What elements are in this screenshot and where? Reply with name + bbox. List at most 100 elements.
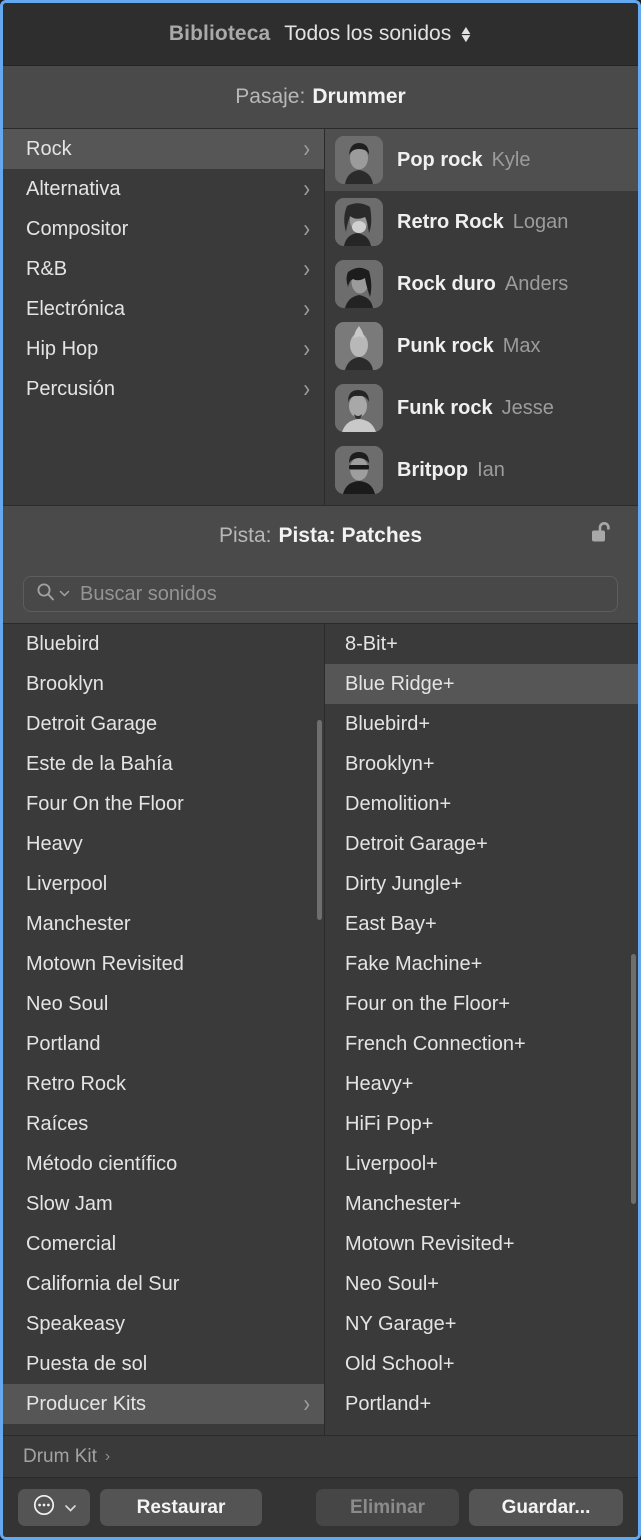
patch-label: Manchester+: [345, 1192, 462, 1215]
patch-row[interactable]: French Connection+: [325, 1024, 638, 1064]
patch-category-row[interactable]: Retro Rock: [3, 1064, 324, 1104]
patch-row[interactable]: Manchester+: [325, 1184, 638, 1224]
patch-category-row[interactable]: Este de la Bahía: [3, 744, 324, 784]
patch-category-row[interactable]: California del Sur: [3, 1264, 324, 1304]
patch-category-row[interactable]: Motown Revisited: [3, 944, 324, 984]
restore-button[interactable]: Restaurar: [100, 1489, 262, 1526]
patch-row[interactable]: Four on the Floor+: [325, 984, 638, 1024]
drummer-style: Rock duro: [397, 272, 496, 295]
patch-category-row[interactable]: Detroit Garage: [3, 704, 324, 744]
delete-button[interactable]: Eliminar: [316, 1489, 459, 1526]
patch-row[interactable]: Liverpool+: [325, 1144, 638, 1184]
patch-label: Detroit Garage+: [345, 832, 488, 855]
drummer-row[interactable]: Pop rock Kyle: [325, 129, 638, 191]
patch-row[interactable]: Dirty Jungle+: [325, 864, 638, 904]
up-down-chevron-icon: ▲ ▼: [458, 23, 474, 45]
scrollbar-right[interactable]: [631, 954, 636, 1204]
genre-row[interactable]: R&B ›: [3, 249, 324, 289]
patch-category-row[interactable]: Slow Jam: [3, 1184, 324, 1224]
drummer-row[interactable]: Britpop Ian: [325, 439, 638, 501]
patch-row[interactable]: Old School+: [325, 1344, 638, 1384]
drummer-browser: Rock › Alternativa › Compositor › R&B › Electrón…: [3, 129, 638, 505]
patch-category-row[interactable]: Four On the Floor: [3, 784, 324, 824]
patch-row[interactable]: Heavy+: [325, 1064, 638, 1104]
genre-row[interactable]: Electrónica ›: [3, 289, 324, 329]
patch-row[interactable]: Detroit Garage+: [325, 824, 638, 864]
avatar: [335, 260, 383, 308]
genre-label: Compositor: [26, 217, 129, 240]
genre-row[interactable]: Alternativa ›: [3, 169, 324, 209]
genre-row[interactable]: Rock ›: [3, 129, 324, 169]
avatar: [335, 322, 383, 370]
drummer-row[interactable]: Retro Rock Logan: [325, 191, 638, 253]
patch-category-row[interactable]: Raíces: [3, 1104, 324, 1144]
patch-label: Producer Kits: [26, 1392, 147, 1415]
patch-header: Pasaje: Drummer: [3, 66, 638, 129]
patch-label: Neo Soul+: [345, 1272, 439, 1295]
library-window: Biblioteca Todos los sonidos ▲ ▼ Pasaje: …: [0, 0, 641, 1540]
breadcrumb[interactable]: Drum Kit ›: [3, 1435, 638, 1477]
chevron-right-icon: ›: [303, 295, 310, 323]
genre-row[interactable]: Percusión ›: [3, 369, 324, 409]
patch-header-value: Drummer: [312, 85, 406, 108]
track-header-prefix: Pista:: [218, 523, 272, 547]
genre-label: R&B: [26, 257, 68, 280]
patch-label: Four On the Floor: [26, 792, 184, 815]
patch-category-row[interactable]: Método científico: [3, 1144, 324, 1184]
patch-list[interactable]: 8-Bit+ Blue Ridge+ Bluebird+ Brooklyn+ Demol…: [325, 624, 638, 1435]
chevron-right-icon: ›: [303, 135, 310, 163]
patch-label: East Bay+: [345, 912, 437, 935]
patch-category-row[interactable]: Manchester: [3, 904, 324, 944]
genre-row[interactable]: Compositor ›: [3, 209, 324, 249]
patch-label: Blue Ridge+: [345, 672, 455, 695]
patch-row[interactable]: Demolition+: [325, 784, 638, 824]
chevron-right-icon: ›: [303, 255, 310, 283]
scrollbar-left[interactable]: [317, 720, 322, 920]
patch-category-row[interactable]: Heavy: [3, 824, 324, 864]
patch-row[interactable]: Brooklyn+: [325, 744, 638, 784]
patch-row[interactable]: Bluebird+: [325, 704, 638, 744]
drummer-row[interactable]: Funk rock Jesse: [325, 377, 638, 439]
patch-label: Comercial: [26, 1232, 117, 1255]
drummer-list[interactable]: Pop rock Kyle Retro Rock Logan Rock duro Ande…: [325, 129, 638, 505]
drummer-style: Retro Rock: [397, 210, 504, 233]
options-menu-button[interactable]: [18, 1489, 90, 1526]
genre-row[interactable]: Hip Hop ›: [3, 329, 324, 369]
patch-row[interactable]: 8-Bit+: [325, 624, 638, 664]
drummer-row[interactable]: Punk rock Max: [325, 315, 638, 377]
patch-label: Neo Soul: [26, 992, 109, 1015]
patch-row[interactable]: NY Garage+: [325, 1304, 638, 1344]
patch-label: California del Sur: [26, 1272, 180, 1295]
patch-category-row[interactable]: Brooklyn: [3, 664, 324, 704]
patch-category-row[interactable]: Comercial: [3, 1224, 324, 1264]
patch-row[interactable]: Motown Revisited+: [325, 1224, 638, 1264]
drummer-name: Kyle: [491, 148, 531, 171]
chevron-down-icon[interactable]: [59, 585, 70, 603]
sound-filter-dropdown[interactable]: Todos los sonidos ▲ ▼: [284, 22, 474, 46]
patch-row[interactable]: Blue Ridge+: [325, 664, 638, 704]
genre-list[interactable]: Rock › Alternativa › Compositor › R&B › Electrón…: [3, 129, 325, 505]
patch-category-row[interactable]: Speakeasy: [3, 1304, 324, 1344]
patch-category-row[interactable]: Bluebird: [3, 624, 324, 664]
unlocked-padlock-icon[interactable]: [591, 520, 613, 551]
drummer-row[interactable]: Rock duro Anders: [325, 253, 638, 315]
patch-category-row[interactable]: Producer Kits ›: [3, 1384, 324, 1424]
patch-category-row[interactable]: Portland: [3, 1024, 324, 1064]
patch-row[interactable]: East Bay+: [325, 904, 638, 944]
patch-category-row[interactable]: Puesta de sol: [3, 1344, 324, 1384]
patch-row[interactable]: Portland+: [325, 1384, 638, 1424]
patch-row[interactable]: Fake Machine+: [325, 944, 638, 984]
search-bar: Buscar sonidos: [3, 565, 638, 623]
patch-row[interactable]: Neo Soul+: [325, 1264, 638, 1304]
chevron-down-icon: [64, 1497, 77, 1519]
patch-category-row[interactable]: Liverpool: [3, 864, 324, 904]
patch-category-list[interactable]: Bluebird Brooklyn Detroit Garage Este de la…: [3, 624, 325, 1435]
search-input[interactable]: Buscar sonidos: [23, 576, 618, 612]
patch-row[interactable]: HiFi Pop+: [325, 1104, 638, 1144]
patch-label: Manchester: [26, 912, 131, 935]
drummer-style: Funk rock: [397, 396, 493, 419]
patch-category-row[interactable]: Neo Soul: [3, 984, 324, 1024]
patch-label: Bluebird+: [345, 712, 431, 735]
drummer-text: Funk rock Jesse: [397, 397, 554, 420]
save-button[interactable]: Guardar...: [469, 1489, 623, 1526]
